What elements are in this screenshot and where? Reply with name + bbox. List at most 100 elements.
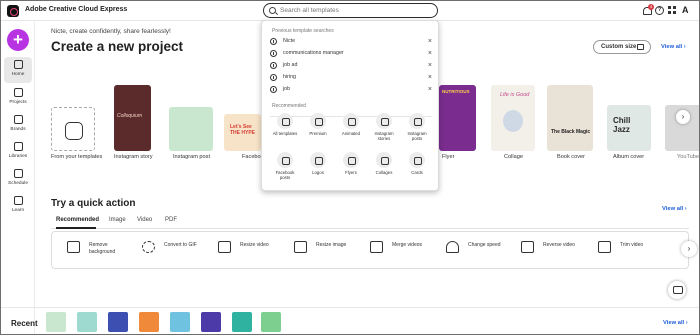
notifications-bell-icon[interactable]: 4 <box>642 4 654 15</box>
tab-pdf[interactable]: PDF <box>165 217 177 223</box>
template-thumbnail: Life is Good <box>491 85 535 151</box>
help-icon[interactable]: ? <box>655 6 664 15</box>
template-instagram-story[interactable]: Colloquium Instagram story <box>114 85 154 167</box>
recent-project-thumbnail[interactable] <box>201 312 221 332</box>
previous-search-item[interactable]: hiring × <box>270 73 432 83</box>
template-instagram-post[interactable]: Instagram post <box>169 107 215 167</box>
recommended-logos[interactable]: Logos <box>303 152 333 175</box>
recommended-instagram-posts[interactable]: Instagram posts <box>402 113 432 141</box>
quick-action-label: Resize video <box>240 242 269 248</box>
quick-action-resize-image[interactable]: Resize image <box>294 240 364 260</box>
learn-icon <box>13 196 23 205</box>
create-button[interactable]: + <box>7 29 29 51</box>
view-all-templates-link[interactable]: View all › <box>661 44 686 50</box>
remove-search-icon[interactable]: × <box>428 49 432 58</box>
tab-divider <box>51 228 689 229</box>
sidebar-item-brands[interactable]: Brands <box>4 112 32 138</box>
quick-action-remove-background[interactable]: Remove background <box>67 240 137 260</box>
page-title: Create a new project <box>51 39 184 54</box>
quick-action-merge-videos[interactable]: Merge videos <box>370 240 440 260</box>
template-label: Flyer <box>442 154 455 160</box>
recommended-animated[interactable]: Animated <box>336 113 366 136</box>
active-tab-indicator <box>56 227 96 229</box>
quick-action-trim-video[interactable]: Trim video <box>598 240 668 260</box>
category-label: Instagram posts <box>407 131 427 142</box>
thumbnail-text: NUTRITIOUS <box>442 89 470 94</box>
template-flyer[interactable]: NUTRITIOUS Flyer <box>439 85 479 167</box>
creative-cloud-logo-icon[interactable] <box>7 5 19 17</box>
quick-action-convert-to-gif[interactable]: Convert to GIF <box>142 240 212 260</box>
card-icon <box>409 152 425 168</box>
remove-search-icon[interactable]: × <box>428 37 432 46</box>
previous-search-item[interactable]: job × <box>270 85 432 95</box>
apps-grid-icon[interactable] <box>668 6 677 15</box>
search-suggestions-dropdown: Previous template searches Nicte × commu… <box>261 20 439 191</box>
search-input[interactable] <box>280 5 430 16</box>
sidebar-item-home[interactable]: Home <box>4 57 32 83</box>
recent-project-thumbnail[interactable] <box>77 312 97 332</box>
custom-size-button[interactable]: Custom size <box>593 40 651 54</box>
recent-project-thumbnail[interactable] <box>170 312 190 332</box>
template-collage[interactable]: Life is Good Collage <box>491 85 537 167</box>
recent-project-thumbnail[interactable] <box>261 312 281 332</box>
recent-project-thumbnail[interactable] <box>232 312 252 332</box>
template-from-your-templates[interactable]: From your templates <box>51 107 102 167</box>
recommended-facebook-posts[interactable]: Facebook posts <box>270 152 300 180</box>
quick-action-reverse-video[interactable]: Reverse video <box>521 240 591 260</box>
previous-search-text: communications manager <box>283 50 344 56</box>
previous-search-item[interactable]: Nicte × <box>270 37 432 47</box>
recommended-flyers[interactable]: Flyers <box>336 152 366 175</box>
sidebar-item-libraries[interactable]: Libraries <box>4 139 32 165</box>
recent-project-thumbnail[interactable] <box>108 312 128 332</box>
sidebar-item-label: Projects <box>9 100 27 105</box>
quick-actions-next-button[interactable]: › <box>681 241 697 257</box>
view-all-quick-actions-link[interactable]: View all › <box>662 206 687 212</box>
tab-video[interactable]: Video <box>137 217 152 223</box>
remove-search-icon[interactable]: × <box>428 85 432 94</box>
recommended-instagram-stories[interactable]: Instagram stories <box>369 113 399 141</box>
sidebar-item-schedule[interactable]: Schedule <box>4 166 32 192</box>
sidebar-item-projects[interactable]: Projects <box>4 85 32 111</box>
category-label: Premium <box>309 131 327 136</box>
quick-action-heading: Try a quick action <box>51 198 136 209</box>
search-bar[interactable] <box>263 3 438 18</box>
template-thumbnail <box>169 107 213 151</box>
thumbnail-text: Colloquium <box>117 113 143 119</box>
previous-search-text: Nicte <box>283 38 296 44</box>
notification-badge: 4 <box>648 4 654 10</box>
recommended-premium[interactable]: Premium <box>303 113 333 136</box>
recommended-all-templates[interactable]: All templates <box>270 113 300 136</box>
recent-project-thumbnail[interactable] <box>139 312 159 332</box>
recommended-collages[interactable]: Collages <box>369 152 399 175</box>
remove-search-icon[interactable]: × <box>428 73 432 82</box>
view-all-recent-link[interactable]: View all › <box>663 320 688 326</box>
sidebar-item-learn[interactable]: Learn <box>4 193 32 219</box>
template-thumbnail: Chill Jazz <box>607 105 651 151</box>
template-album-cover[interactable]: Chill Jazz Album cover <box>607 105 655 167</box>
sidebar-item-label: Home <box>11 72 25 77</box>
previous-searches-heading: Previous template searches <box>272 28 334 34</box>
remove-search-icon[interactable]: × <box>428 61 432 70</box>
chevron-right-icon: › <box>684 206 687 212</box>
template-book-cover[interactable]: The Black Magic Book cover <box>547 85 595 167</box>
tab-recommended[interactable]: Recommended <box>56 217 99 223</box>
resize-image-icon <box>294 241 307 253</box>
previous-search-item[interactable]: job ad × <box>270 61 432 71</box>
templates-next-button[interactable]: › <box>676 110 690 124</box>
facebook-icon <box>277 152 293 168</box>
quick-action-label: Reverse video <box>543 242 575 248</box>
recent-project-thumbnail[interactable] <box>46 312 66 332</box>
tab-image[interactable]: Image <box>109 217 126 223</box>
recommended-cards[interactable]: Cards <box>402 152 432 175</box>
quick-action-change-speed[interactable]: Change speed <box>446 240 516 260</box>
previous-search-item[interactable]: communications manager × <box>270 49 432 59</box>
quick-action-resize-video[interactable]: Resize video <box>218 240 288 260</box>
thumbnail-photo <box>503 110 523 132</box>
adobe-logo-icon[interactable]: A <box>682 6 691 15</box>
category-label: Collages <box>375 170 393 175</box>
chat-icon[interactable] <box>668 281 686 299</box>
trim-video-icon <box>598 241 611 253</box>
template-facebook[interactable]: Let's See THE HYPE Facebook <box>224 114 267 167</box>
category-label: All templates <box>272 131 298 136</box>
chevron-right-icon: › <box>683 44 686 50</box>
